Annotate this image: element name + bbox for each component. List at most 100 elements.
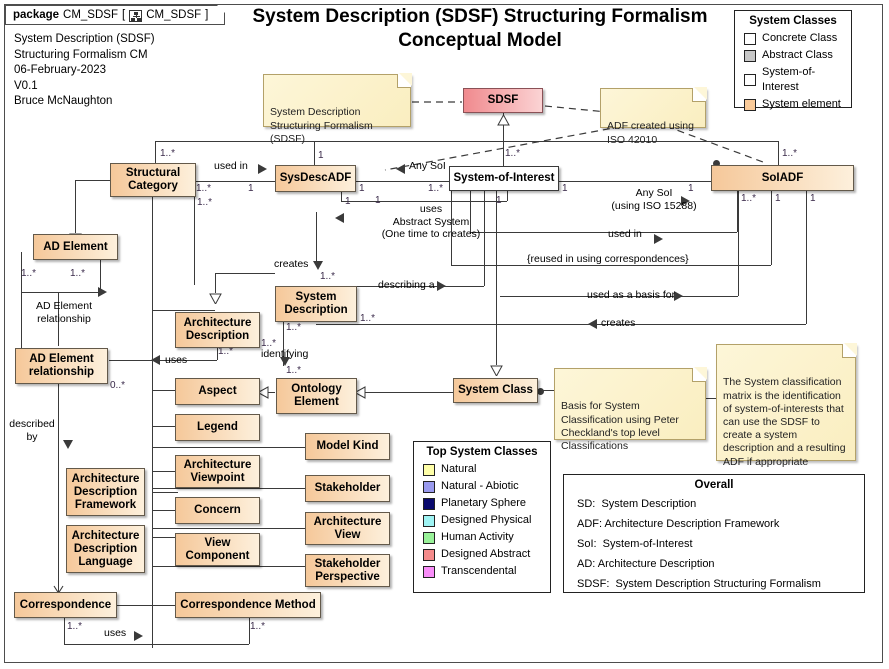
class-correspondence[interactable]: Correspondence	[14, 592, 117, 618]
connector	[75, 180, 110, 181]
class-architecture-description-language[interactable]: Architecture Description Language	[66, 525, 145, 573]
package-tab: package CM_SDSF [ CM_SDSF ]	[5, 5, 226, 25]
connector	[64, 618, 65, 644]
connector	[559, 181, 711, 182]
arrowhead	[134, 631, 143, 641]
legend-label: Abstract Class	[762, 49, 833, 61]
connector	[109, 360, 217, 361]
class-model-kind[interactable]: Model Kind	[305, 433, 390, 460]
swatch-natural-abiotic	[423, 480, 435, 493]
legend-row: Planetary Sphere	[414, 495, 550, 512]
class-system-description[interactable]: System Description	[275, 286, 357, 322]
class-architecture-view[interactable]: Architecture View	[305, 512, 390, 545]
diagram-icon	[129, 9, 143, 22]
class-soiadf[interactable]: SoIADF	[711, 165, 854, 191]
swatch-abstract-class	[744, 49, 756, 62]
legend-label: Planetary Sphere	[441, 497, 526, 509]
legend-row: Natural	[414, 461, 550, 478]
legend-label: System element	[762, 98, 841, 110]
edge-label-ad-element-relationship: AD Element relationship	[35, 300, 93, 325]
class-structural-category[interactable]: Structural Category	[110, 163, 196, 197]
multiplicity: 1	[688, 183, 694, 194]
legend-label: Transcendental	[441, 565, 517, 577]
generalization-arrow	[490, 365, 503, 376]
connector	[21, 252, 22, 350]
note-matrix: The System classification matrix is the …	[716, 343, 857, 468]
class-sdsf[interactable]: SDSF	[463, 88, 543, 113]
class-architecture-description-framework[interactable]: Architecture Description Framework	[66, 468, 145, 516]
class-ontology-element[interactable]: Ontology Element	[276, 378, 357, 414]
swatch-concrete-class	[744, 32, 756, 45]
multiplicity: 1..*	[360, 313, 376, 324]
class-stakeholder-perspective[interactable]: Stakeholder Perspective	[305, 554, 390, 587]
connector	[196, 181, 275, 182]
multiplicity: 1	[345, 196, 351, 207]
legend-label: Natural	[441, 463, 477, 475]
multiplicity: 1..*	[428, 183, 444, 194]
arrowhead	[258, 164, 267, 174]
edge-label-uses-correspondence: uses	[104, 627, 127, 639]
legend-top-system-classes: Top System Classes Natural Natural - Abi…	[413, 441, 551, 593]
legend-row: Designed Abstract	[414, 546, 550, 563]
legend-label: Natural - Abiotic	[441, 480, 519, 492]
arrowhead	[98, 287, 107, 297]
swatch-planetary-sphere	[423, 497, 435, 510]
class-legend[interactable]: Legend	[175, 414, 260, 441]
connector	[507, 190, 508, 201]
bracket-close: ]	[205, 9, 209, 21]
edge-label-identifying: identifying	[261, 348, 309, 360]
legend-row: Concrete Class	[735, 30, 851, 47]
legend-line: SD: System Description	[577, 498, 697, 510]
multiplicity: 1	[248, 183, 254, 194]
legend-title: Overall	[694, 479, 734, 491]
legend-line: SoI: System-of-Interest	[577, 538, 693, 550]
package-keyword: package	[13, 9, 60, 21]
class-ad-element-relationship[interactable]: AD Element relationship	[15, 348, 108, 384]
edge-label-used-in: used in	[214, 160, 248, 172]
legend-line: SDSF: System Description Structuring For…	[577, 578, 821, 590]
class-sysdescadf[interactable]: SysDescADF	[275, 165, 356, 192]
swatch-system-of-interest	[744, 74, 756, 86]
arrowhead	[654, 234, 663, 244]
diagram-metadata: System Description (SDSF) Structuring Fo…	[14, 33, 155, 107]
edge-label-reused: {reused in using correspondences}	[527, 253, 689, 265]
page-title: System Description (SDSF) Structuring Fo…	[252, 6, 708, 51]
swatch-designed-physical	[423, 514, 435, 527]
connector	[152, 528, 305, 529]
swatch-system-element	[744, 98, 756, 111]
class-aspect[interactable]: Aspect	[175, 378, 260, 405]
edge-label-uses-abstract-system: uses Abstract System (One time to create…	[381, 203, 481, 240]
swatch-transcendental	[423, 565, 435, 578]
class-stakeholder[interactable]: Stakeholder	[305, 475, 390, 502]
edge-label-any-soi: Any SoI	[409, 160, 446, 172]
arrowhead	[437, 281, 446, 291]
note-fold-icon	[692, 87, 707, 102]
multiplicity: 1..*	[196, 183, 212, 194]
class-view-component[interactable]: View Component	[175, 533, 260, 566]
arrowhead	[674, 291, 683, 301]
connector	[64, 644, 249, 645]
connector	[215, 273, 275, 274]
class-concern[interactable]: Concern	[175, 497, 260, 524]
class-architecture-viewpoint[interactable]: Architecture Viewpoint	[175, 455, 260, 488]
class-system-class[interactable]: System Class	[453, 378, 538, 403]
class-system-of-interest[interactable]: System-of-Interest	[449, 166, 559, 191]
tab-corner	[217, 5, 226, 13]
connector	[152, 196, 153, 648]
multiplicity: 1..*	[741, 193, 757, 204]
connector	[194, 190, 195, 285]
note-basis: Basis for System Classification using Pe…	[554, 367, 707, 452]
connector	[356, 181, 449, 182]
class-correspondence-method[interactable]: Correspondence Method	[175, 592, 321, 618]
legend-row: System-of-Interest	[735, 64, 851, 96]
package-diagram-name: CM_SDSF	[146, 9, 202, 21]
multiplicity: 1..*	[160, 148, 176, 159]
legend-line: AD: Architecture Description	[577, 558, 715, 570]
connector	[152, 310, 215, 311]
class-architecture-description[interactable]: Architecture Description	[175, 312, 260, 348]
class-ad-element[interactable]: AD Element	[33, 234, 118, 260]
note-adf-iso: ADF created using ISO 42010	[600, 87, 707, 146]
connector	[215, 273, 216, 293]
multiplicity: 1..*	[250, 621, 266, 632]
edge-label-described-by: described by	[9, 418, 55, 443]
